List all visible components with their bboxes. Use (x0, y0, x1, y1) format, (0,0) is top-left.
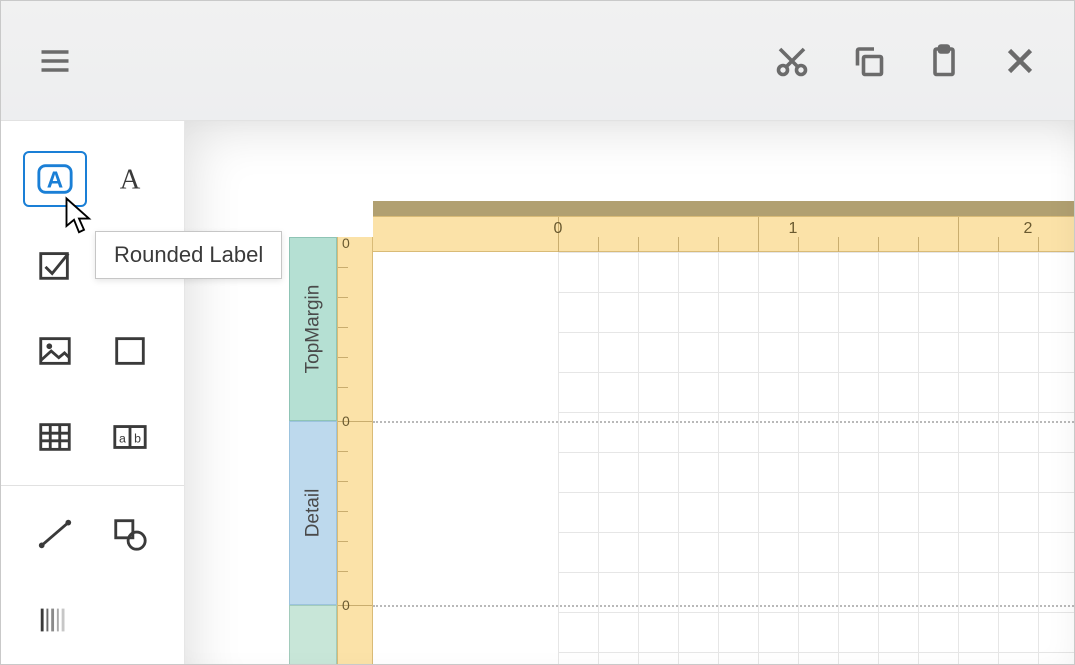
svg-text:a: a (119, 432, 126, 446)
band-detail[interactable]: Detail (289, 421, 337, 605)
cut-icon (774, 43, 810, 79)
copy-button[interactable] (844, 37, 892, 85)
band-separator-2[interactable] (373, 605, 1074, 607)
tool-tooltip-text: Rounded Label (114, 242, 263, 267)
hruler-tick-2: 2 (1024, 220, 1033, 238)
copy-icon (850, 43, 886, 79)
band-topmargin-label: TopMargin (302, 285, 324, 374)
design-surface[interactable]: 0 1 2 TopMargin Detail (185, 121, 1074, 664)
design-grid (558, 252, 1074, 664)
svg-text:b: b (134, 432, 141, 446)
line-icon (36, 515, 74, 553)
vertical-ruler[interactable]: 0 0 0 (337, 237, 373, 664)
hruler-tick-0: 0 (554, 220, 563, 238)
hruler-tick-1: 1 (789, 220, 798, 238)
line-tool[interactable] (23, 506, 87, 562)
svg-text:A: A (47, 167, 63, 193)
svg-text:A: A (120, 165, 141, 196)
vruler-tick-1: 0 (342, 413, 350, 429)
band-separator-1[interactable] (373, 421, 1074, 423)
barcode-icon (36, 601, 74, 639)
shape-icon (111, 515, 149, 553)
picture-tool[interactable] (23, 323, 87, 379)
app-body: A A ab (1, 121, 1074, 664)
cut-button[interactable] (768, 37, 816, 85)
label-icon: A (111, 160, 149, 198)
paste-icon (926, 43, 962, 79)
panel-icon (111, 332, 149, 370)
table-tool[interactable] (23, 409, 87, 465)
checkbox-icon (36, 246, 74, 284)
band-detail-label: Detail (302, 489, 324, 538)
vruler-tick-2: 0 (342, 597, 350, 613)
delete-button[interactable] (996, 37, 1044, 85)
menu-hamburger-icon (37, 43, 73, 79)
tool-tooltip: Rounded Label (95, 231, 282, 279)
toolbox-panel: A A ab (1, 121, 185, 664)
barcode-tool[interactable] (23, 592, 87, 648)
panel-tool[interactable] (98, 323, 162, 379)
cell-tool[interactable]: ab (98, 409, 162, 465)
vruler-tick-0: 0 (342, 235, 350, 251)
horizontal-ruler[interactable]: 0 1 2 (373, 216, 1074, 252)
checkbox-tool[interactable] (23, 237, 87, 293)
band-headers: TopMargin Detail (289, 237, 337, 664)
cell-icon: ab (111, 418, 149, 456)
menu-button[interactable] (31, 37, 79, 85)
shape-tool[interactable] (98, 506, 162, 562)
table-icon (36, 418, 74, 456)
paste-button[interactable] (920, 37, 968, 85)
picture-icon (36, 332, 74, 370)
label-tool[interactable]: A (98, 151, 162, 207)
rounded-label-icon: A (36, 160, 74, 198)
top-toolbar (1, 1, 1074, 121)
rounded-label-tool[interactable]: A (23, 151, 87, 207)
app-window: A A ab (0, 0, 1075, 665)
band-next[interactable] (289, 605, 337, 664)
toolbox-divider (1, 485, 184, 486)
close-icon (1002, 43, 1038, 79)
band-topmargin[interactable]: TopMargin (289, 237, 337, 421)
report-page[interactable] (373, 252, 1074, 664)
